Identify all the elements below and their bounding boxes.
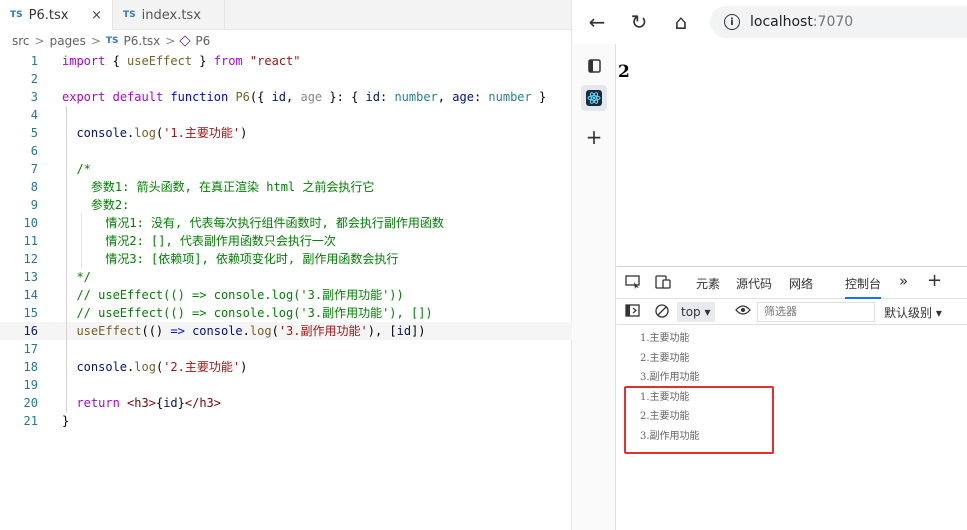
line-number: 11 [23, 234, 38, 248]
line-number: 4 [30, 108, 38, 122]
sidebar-toggle-icon[interactable] [625, 304, 640, 320]
code-line: 4 [0, 106, 572, 124]
live-expression-icon[interactable] [735, 304, 751, 319]
page-viewport: 2 [617, 44, 967, 266]
breadcrumb-symbol[interactable]: P6 [195, 34, 210, 48]
code-line: 9 参数2: [0, 196, 572, 214]
code-line: 11 情况2: [], 代表副作用函数只会执行一次 [0, 232, 572, 250]
log-level-value: 默认级别 [884, 306, 933, 320]
chevron-right-icon: > [34, 34, 45, 48]
code-line: 12 情况3: [依赖项], 依赖项变化时, 副作用函数会执行 [0, 250, 572, 268]
more-tabs-icon[interactable]: » [899, 272, 908, 290]
line-number: 3 [30, 90, 38, 104]
code-line: 13 */ [0, 268, 572, 286]
code-line: 7 /* [0, 160, 572, 178]
line-number: 10 [23, 216, 38, 230]
log-level-select[interactable]: 默认级别 ▾ [884, 304, 942, 321]
editor-tabs: TS P6.tsx × TS index.tsx [0, 0, 571, 30]
filter-input[interactable]: 筛选器 [757, 302, 875, 322]
context-value: top [681, 305, 701, 319]
code-line: 15 // useEffect(() => console.log('3.副作用… [0, 304, 572, 322]
reload-icon[interactable]: ↻ [625, 8, 653, 36]
home-icon[interactable]: ⌂ [667, 8, 695, 36]
address-port: :7070 [812, 14, 854, 30]
clear-console-icon[interactable] [655, 304, 669, 321]
code-line: 18 console.log('2.主要功能') [0, 358, 572, 376]
line-number: 9 [30, 198, 38, 212]
line-number: 1 [30, 54, 38, 68]
rendered-h3: 2 [618, 62, 630, 82]
browser-sidebar: + [573, 44, 616, 530]
device-toolbar-icon[interactable] [655, 275, 671, 292]
info-icon[interactable]: i [724, 14, 740, 30]
tab-label: index.tsx [141, 7, 201, 23]
line-number: 12 [23, 252, 38, 266]
line-number: 7 [30, 162, 38, 176]
line-number: 15 [23, 306, 38, 320]
console-message: 2.主要功能 [640, 352, 690, 364]
address-host: localhost [750, 14, 813, 30]
close-icon[interactable]: × [91, 8, 102, 23]
tab-label: P6.tsx [28, 7, 69, 23]
breadcrumb: src > pages > TS P6.tsx > P6 [0, 30, 571, 52]
tab-console[interactable]: 控制台 [845, 275, 882, 299]
line-number: 16 [23, 324, 38, 338]
add-tab-icon[interactable]: + [581, 124, 607, 150]
typescript-icon: TS [123, 10, 136, 20]
react-devtools-icon[interactable] [581, 85, 607, 111]
code-line: 20 return <h3>{id}</h3> [0, 394, 572, 412]
code-line: 17 [0, 340, 572, 358]
inspect-icon[interactable] [625, 275, 641, 292]
code-line: 8 参数1: 箭头函数, 在真正渲染 html 之前会执行它 [0, 178, 572, 196]
back-arrow-icon[interactable]: ← [583, 8, 611, 36]
code-line: 19 [0, 376, 572, 394]
chevron-right-icon: > [90, 34, 101, 48]
typescript-icon: TS [10, 10, 23, 20]
breadcrumb-src[interactable]: src [12, 34, 30, 48]
breadcrumb-pages[interactable]: pages [50, 34, 86, 48]
line-number: 21 [23, 414, 38, 428]
line-number: 8 [30, 180, 38, 194]
tab-actions-icon[interactable] [581, 53, 607, 79]
devtools-tabs: 元素 源代码 网络 控制台 » + [617, 267, 967, 299]
code-line: 21} [0, 412, 572, 430]
component-icon [179, 35, 191, 47]
address-bar[interactable]: i localhost:7070 [710, 6, 967, 38]
tab-elements[interactable]: 元素 [696, 275, 720, 292]
add-panel-icon[interactable]: + [927, 270, 942, 291]
browser-toolbar: ← ↻ ⌂ i localhost:7070 [573, 0, 967, 44]
code-line: 1 import { useEffect } from "react" [0, 52, 572, 70]
tab-index-tsx[interactable]: TS index.tsx [113, 0, 225, 30]
typescript-icon: TS [105, 36, 119, 46]
console-toolbar: top ▾ 筛选器 默认级别 ▾ [617, 299, 967, 325]
code-line-current: 16 useEffect(() => console.log('3.副作用功能'… [0, 322, 572, 340]
code-line: 10 情况1: 没有, 代表每次执行组件函数时, 都会执行副作用函数 [0, 214, 572, 232]
code-line: 14 // useEffect(() => console.log('3.副作用… [0, 286, 572, 304]
console-message: 3.副作用功能 [640, 372, 700, 383]
code-line: 2 [0, 70, 572, 88]
tab-p6-tsx[interactable]: TS P6.tsx × [0, 0, 113, 30]
context-select[interactable]: top ▾ [677, 302, 715, 322]
chevron-right-icon: > [165, 34, 176, 48]
code-line: 6 [0, 142, 572, 160]
line-number: 14 [23, 288, 38, 302]
code-area[interactable]: 1 import { useEffect } from "react" 2 3 ex… [0, 52, 572, 430]
console-message: 1.主要功能 [640, 333, 690, 344]
code-line: 5 console.log('1.主要功能') [0, 124, 572, 142]
line-number: 13 [23, 270, 38, 284]
breadcrumb-file[interactable]: P6.tsx [124, 34, 161, 48]
line-number: 5 [30, 126, 38, 140]
line-number: 18 [23, 360, 38, 374]
tab-sources[interactable]: 源代码 [736, 275, 772, 292]
line-number: 20 [23, 396, 38, 410]
highlight-box [624, 386, 774, 454]
code-editor: TS P6.tsx × TS index.tsx src > pages > T… [0, 0, 572, 530]
tab-network[interactable]: 网络 [789, 275, 813, 292]
line-number: 19 [23, 378, 38, 392]
code-line: 3 export default function P6({ id, age }:… [0, 88, 572, 106]
line-number: 2 [30, 72, 38, 86]
line-number: 17 [23, 342, 38, 356]
line-number: 6 [30, 144, 38, 158]
